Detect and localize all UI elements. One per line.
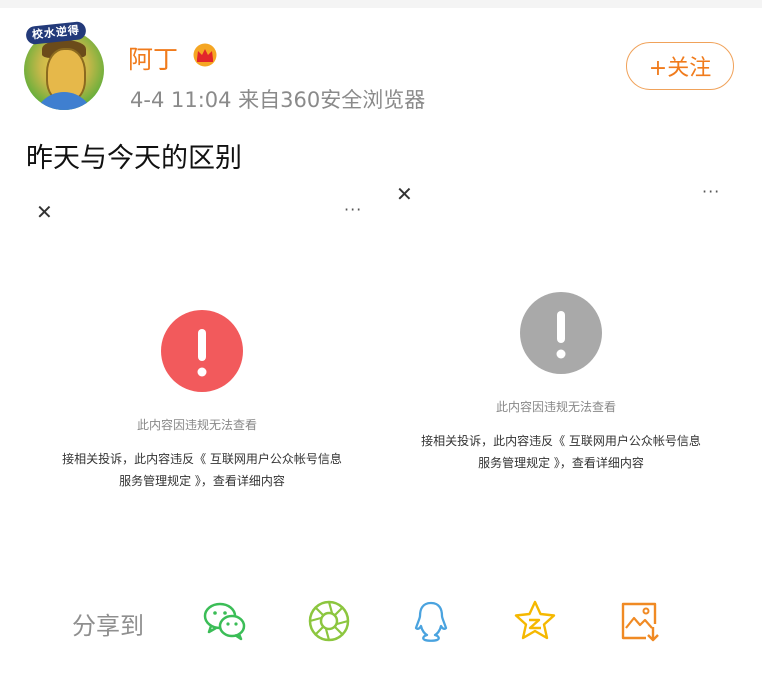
blocked-description-link[interactable]: 服务管理规定 》，查看详细内容 bbox=[47, 470, 357, 492]
blocked-title: 此内容因违规无法查看 bbox=[496, 400, 617, 414]
blocked-description: 接相关投诉，此内容违反《 互联网用户公众帐号信息 服务管理规定 》，查看详细内容 bbox=[406, 430, 716, 474]
alert-icon bbox=[161, 310, 243, 392]
username[interactable]: 阿丁 bbox=[128, 40, 178, 76]
more-icon[interactable]: ··· bbox=[702, 182, 720, 201]
blocked-description-line: 接相关投诉，此内容违反《 互联网用户公众帐号信息 bbox=[62, 452, 342, 466]
qzone-icon[interactable] bbox=[512, 598, 558, 644]
blocked-title: 此内容因违规无法查看 bbox=[137, 418, 258, 432]
blocked-description: 接相关投诉，此内容违反《 互联网用户公众帐号信息 服务管理规定 》，查看详细内容 bbox=[47, 448, 357, 492]
wechat-icon[interactable] bbox=[202, 598, 248, 644]
save-image-icon[interactable] bbox=[616, 598, 662, 644]
qq-icon[interactable] bbox=[408, 598, 454, 644]
share-label: 分享到 bbox=[72, 612, 144, 640]
post-meta: 4-4 11:04 来自360安全浏览器 bbox=[130, 88, 426, 112]
post-text: 昨天与今天的区别 bbox=[26, 143, 242, 174]
moments-icon[interactable] bbox=[306, 598, 352, 644]
blocked-description-link[interactable]: 服务管理规定 》，查看详细内容 bbox=[406, 452, 716, 474]
close-icon[interactable]: ✕ bbox=[396, 182, 413, 206]
blocked-description-line: 接相关投诉，此内容违反《 互联网用户公众帐号信息 bbox=[421, 434, 701, 448]
follow-button[interactable]: +关注 bbox=[626, 42, 734, 90]
alert-icon bbox=[520, 292, 602, 374]
close-icon[interactable]: ✕ bbox=[36, 200, 53, 224]
top-divider bbox=[0, 0, 762, 8]
crown-icon bbox=[193, 43, 217, 67]
more-icon[interactable]: ··· bbox=[344, 200, 362, 219]
